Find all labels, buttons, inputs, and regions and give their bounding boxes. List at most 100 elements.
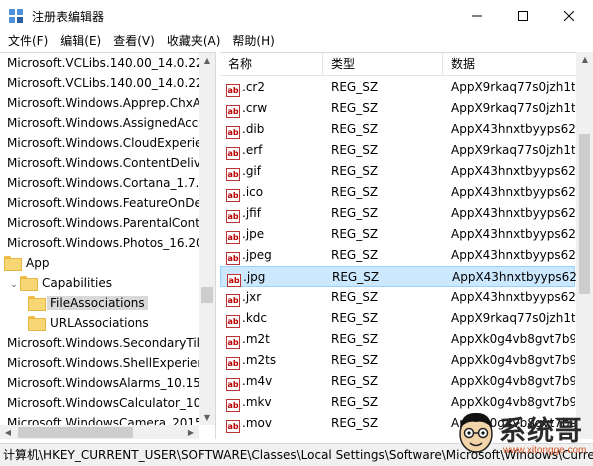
scroll-up-arrow-icon[interactable]: ▲ [199,53,215,68]
value-row[interactable]: ab.m4v REG_SZ AppXk0g4vb8gvt7b93tg [220,371,575,392]
string-value-icon: ab [226,105,240,118]
value-row[interactable]: ab.m2ts REG_SZ AppXk0g4vb8gvt7b93tg [220,350,575,371]
value-name: .jpe [242,227,265,241]
tree-item[interactable]: Microsoft.Windows.SecondaryTile [4,333,199,353]
value-name: .dib [242,122,265,136]
string-value-icon: ab [226,126,240,139]
value-row[interactable]: ab.crw REG_SZ AppX9rkaq77s0jzh1tyc [220,98,575,119]
value-name-cell: ab .m4v [226,371,321,392]
column-header-name[interactable]: 名称 [220,53,323,76]
value-row[interactable]: ab.ico REG_SZ AppX43hnxtbyyps62jhc [220,182,575,203]
value-row[interactable]: ab.jpg REG_SZ AppX43hnxtbyyps62jhc [220,266,576,287]
value-data: AppX43hnxtbyyps62jhc [452,270,576,284]
value-name-cell: ab .m2ts [226,350,321,371]
menu-file[interactable]: 文件(F) [2,31,54,51]
value-name: .jpg [243,270,266,284]
value-type: REG_SZ [331,101,379,115]
value-row[interactable]: ab.cr2 REG_SZ AppX9rkaq77s0jzh1tyc [220,77,575,98]
tree-item[interactable]: Microsoft.VCLibs.140.00_14.0.2292 [4,53,199,73]
column-header-type[interactable]: 类型 [323,53,443,76]
menu-edit[interactable]: 编辑(E) [54,31,107,51]
value-name: .crw [242,101,268,115]
value-type: REG_SZ [331,416,379,430]
mascot-face-icon [459,412,493,453]
tree-vertical-scrollbar[interactable]: ▲ ▼ [199,53,215,425]
minimize-icon [472,15,482,16]
value-data: AppXk0g4vb8gvt7b93tg [451,332,575,346]
tree-item[interactable]: Microsoft.WindowsCamera_2015 [4,413,199,425]
values-vertical-scrollbar[interactable]: ▲ [576,52,593,439]
tree-item[interactable]: Microsoft.Windows.AssignedAccess [4,113,199,133]
close-icon [564,10,574,21]
value-type: REG_SZ [331,395,379,409]
value-type: REG_SZ [331,374,379,388]
watermark-url: www.xitongge.com [503,445,587,456]
tree-item-label: FileAssociations [47,296,148,310]
tree-item[interactable]: Microsoft.Windows.CloudExperience [4,133,199,153]
value-row[interactable]: ab.gif REG_SZ AppX43hnxtbyyps62jhc [220,161,575,182]
value-row[interactable]: ab.jxr REG_SZ AppX43hnxtbyyps62jhc [220,287,575,308]
value-row[interactable]: ab.jpe REG_SZ AppX43hnxtbyyps62jhc [220,224,575,245]
value-data: AppX43hnxtbyyps62jhc [451,290,575,304]
value-row[interactable]: ab.m2t REG_SZ AppXk0g4vb8gvt7b93tg [220,329,575,350]
column-header-data[interactable]: 数据 [443,53,583,76]
value-row[interactable]: ab.jpeg REG_SZ AppX43hnxtbyyps62jhc [220,245,575,266]
tree-item[interactable]: Microsoft.Windows.Photos_16.20 [4,233,199,253]
tree-item-label: Microsoft.Windows.CloudExperience [7,136,199,150]
title-bar[interactable]: 注册表编辑器 [0,0,593,31]
tree-item[interactable]: Microsoft.Windows.ParentalControls [4,213,199,233]
values-vscroll-thumb[interactable] [579,134,590,294]
tree-item-label: Microsoft.Windows.Cortana_1.7.0 [7,176,199,190]
tree-item[interactable]: URLAssociations [28,313,152,333]
tree-vscroll-thumb[interactable] [201,287,213,303]
menu-view[interactable]: 查看(V) [107,31,161,51]
scroll-right-arrow-icon[interactable]: ▶ [183,425,199,439]
string-value-icon: ab [226,252,240,265]
minimize-button[interactable] [454,0,500,31]
value-name-cell: ab .gif [226,161,321,182]
tree-item[interactable]: Microsoft.Windows.ContentDelivery [4,153,199,173]
string-value-icon: ab [226,378,240,391]
string-value-icon: ab [227,274,241,287]
value-name-cell: ab .jpeg [226,245,321,266]
tree-item-label: Microsoft.Windows.ParentalControls [7,216,199,230]
tree-item[interactable]: App [4,253,52,273]
tree-item-label: Microsoft.Windows.AssignedAccess [7,116,199,130]
value-type: REG_SZ [331,122,379,136]
scroll-left-arrow-icon[interactable]: ◀ [0,425,16,439]
value-name: .mov [242,416,272,430]
value-data: AppX9rkaq77s0jzh1tyc [451,80,575,94]
string-value-icon: ab [226,420,240,433]
tree-item[interactable]: Microsoft.Windows.ShellExperience [4,353,199,373]
tree-item-label: Microsoft.Windows.ContentDelivery [7,156,199,170]
string-value-icon: ab [226,210,240,223]
watermark-brand: 系统哥 [499,416,583,447]
value-type: REG_SZ [331,248,379,262]
tree-item[interactable]: ⌄ Capabilities [8,273,115,293]
tree-item[interactable]: Microsoft.Windows.Apprep.ChxApp [4,93,199,113]
menu-favorites[interactable]: 收藏夹(A) [161,31,227,51]
value-row[interactable]: ab.kdc REG_SZ AppX9rkaq77s0jzh1tyc [220,308,575,329]
close-button[interactable] [546,0,592,31]
tree-horizontal-scrollbar[interactable]: ◀ ▶ [0,425,199,439]
value-row[interactable]: ab.dib REG_SZ AppX43hnxtbyyps62jhc [220,119,575,140]
tree-item[interactable]: Microsoft.WindowsAlarms_10.151 [4,373,199,393]
tree-item[interactable]: FileAssociations [28,293,148,313]
tree-item[interactable]: Microsoft.Windows.FeatureOnDemand [4,193,199,213]
value-type: REG_SZ [331,164,379,178]
value-type: REG_SZ [331,206,379,220]
value-data: AppXk0g4vb8gvt7b93tg [451,374,575,388]
tree-hscroll-thumb[interactable] [18,427,133,438]
value-row[interactable]: ab.jfif REG_SZ AppX43hnxtbyyps62jhc [220,203,575,224]
scroll-up-arrow-icon[interactable]: ▲ [577,52,593,67]
folder-icon [28,296,46,311]
value-name-cell: ab .ico [226,182,321,203]
value-row[interactable]: ab.erf REG_SZ AppX9rkaq77s0jzh1tyc [220,140,575,161]
maximize-button[interactable] [500,0,546,31]
menu-help[interactable]: 帮助(H) [226,31,280,51]
tree-expand-chevron-icon[interactable]: ⌄ [8,275,20,295]
tree-item[interactable]: Microsoft.VCLibs.140.00_14.0.2292 [4,73,199,93]
tree-item[interactable]: Microsoft.WindowsCalculator_10. [4,393,199,413]
scroll-down-arrow-icon[interactable]: ▼ [199,410,215,425]
tree-item[interactable]: Microsoft.Windows.Cortana_1.7.0 [4,173,199,193]
